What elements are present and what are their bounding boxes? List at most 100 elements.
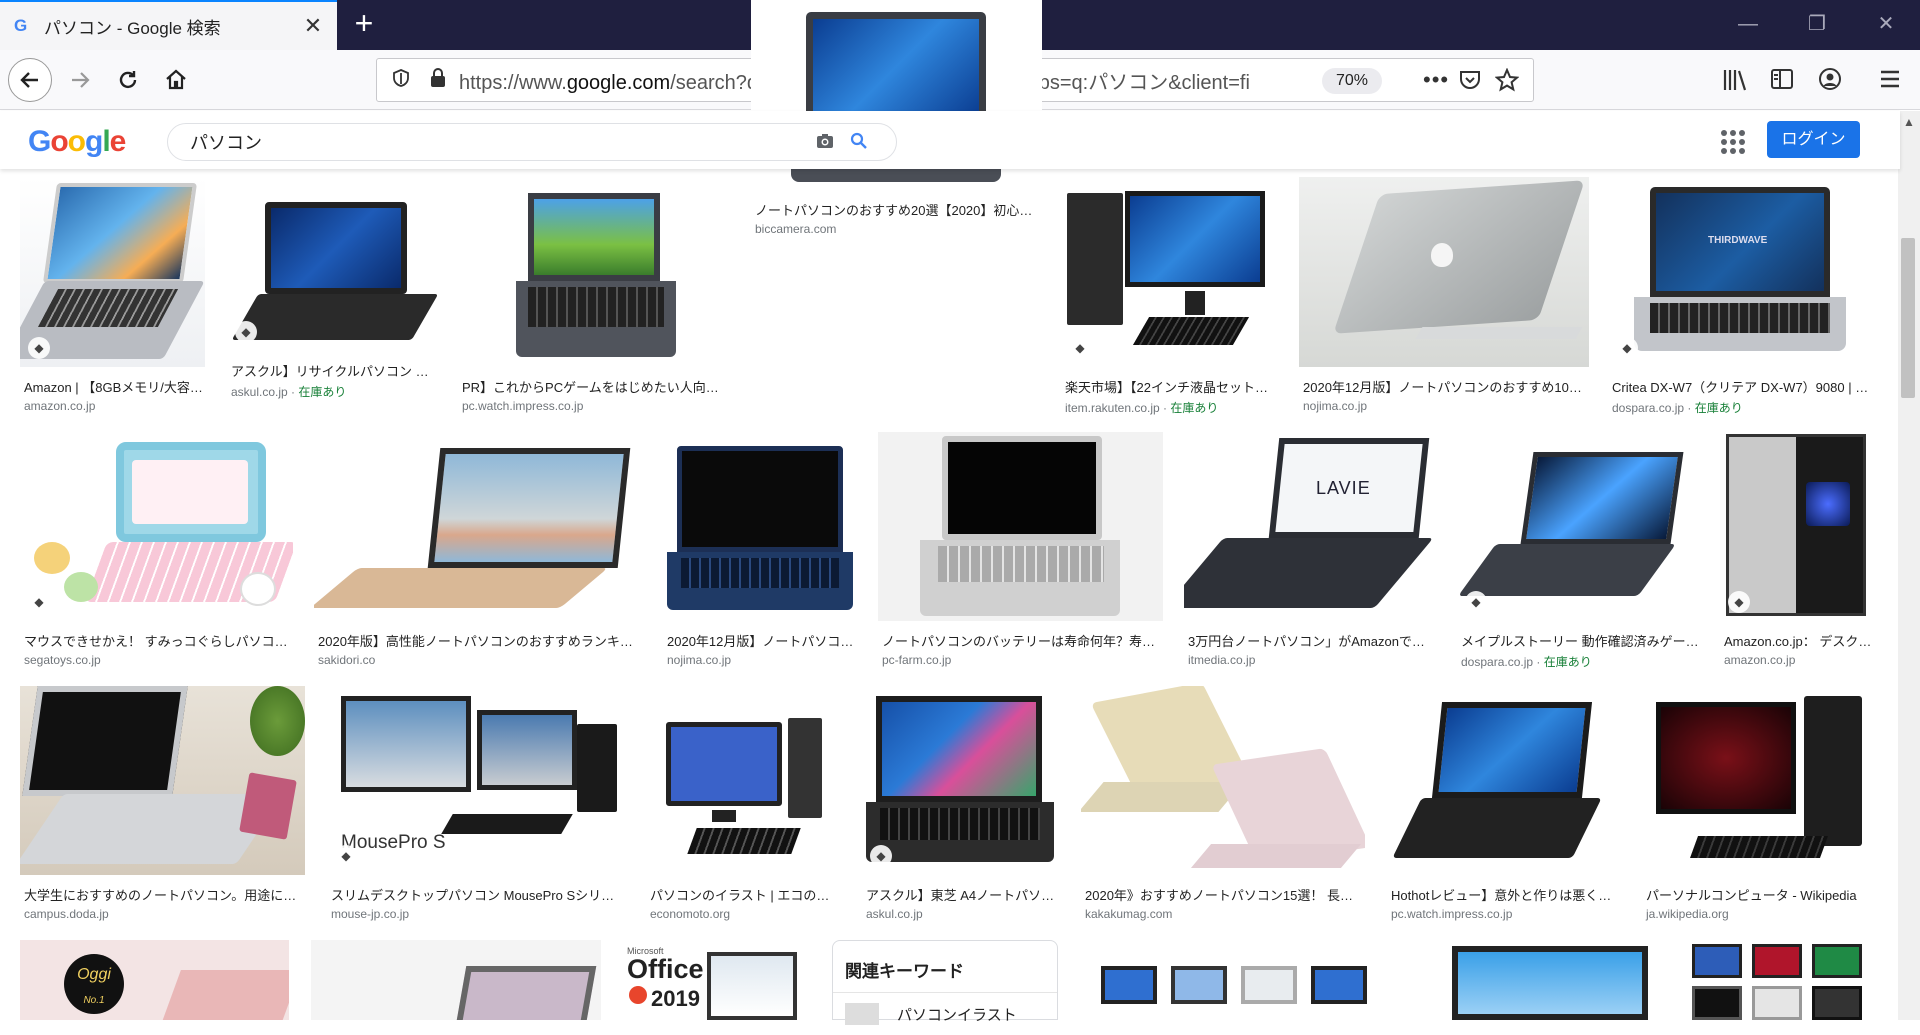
result-thumbnail[interactable] [1690, 940, 1873, 1020]
result-thumbnail[interactable] [878, 432, 1163, 621]
result-thumbnail[interactable]: ◆ [1061, 177, 1279, 367]
close-tab-icon[interactable]: ✕ [301, 13, 325, 39]
result-thumbnail[interactable] [1387, 686, 1621, 875]
lock-icon[interactable] [429, 67, 447, 93]
result-caption[interactable]: ノートパソコンのバッテリーは寿命何年？寿… [878, 631, 1163, 650]
result-thumbnail[interactable] [314, 432, 642, 621]
result-source[interactable]: amazon.co.jp [20, 399, 205, 413]
result-caption[interactable]: 2020年12月版】ノートパソコ… [663, 631, 857, 650]
result-caption[interactable]: スリムデスクトップパソコン MousePro Sシリー… [327, 885, 625, 904]
google-logo[interactable]: Google [28, 125, 126, 159]
result-caption[interactable]: Amazon.co.jp： デスク… [1720, 631, 1873, 650]
result-thumbnail[interactable] [1436, 940, 1668, 1020]
tracking-protection-shield-icon[interactable] [391, 68, 411, 93]
result-thumbnail[interactable]: ◆ [227, 192, 438, 351]
result-caption[interactable]: マウスできせかえ！ すみっコぐらしパソコ… [20, 631, 293, 650]
page-scrollbar[interactable]: ▲ [1898, 111, 1920, 1020]
login-button[interactable]: ログイン [1767, 121, 1860, 158]
result-thumbnail[interactable]: Microsoft Office 2019 [623, 940, 809, 1020]
result-caption[interactable]: メイプルストーリー 動作確認済みゲー… [1457, 631, 1699, 650]
camera-icon[interactable] [816, 133, 834, 154]
result-source[interactable]: dospara.co.jp · 在庫あり [1457, 653, 1699, 670]
result-thumbnail[interactable]: ◆ [862, 686, 1060, 875]
result-thumbnail[interactable] [1642, 686, 1873, 875]
result-caption[interactable]: アスクル】リサイクルパソコン … [227, 361, 438, 380]
result-caption[interactable]: 大学生におすすめのノートパソコン。用途に… [20, 885, 305, 904]
result-caption[interactable]: 2020年》おすすめノートパソコン15選！ 長く… [1081, 885, 1365, 904]
result-source[interactable]: nojima.co.jp [663, 653, 857, 667]
image-result[interactable]: ◆ マウスできせかえ！ すみっコぐらしパソコ… segatoys.co.jp [20, 432, 293, 667]
image-result[interactable]: LAVIE 3万円台ノートパソコン」がAmazonでタ… itmedia.co.… [1184, 432, 1436, 667]
scroll-up-arrow-icon[interactable]: ▲ [1903, 115, 1915, 129]
image-result[interactable]: 2020年》おすすめノートパソコン15選！ 長く… kakakumag.com [1081, 686, 1365, 921]
result-source[interactable]: pc.watch.impress.co.jp [1387, 907, 1621, 921]
image-result[interactable]: Hothotレビュー】意外と作りは悪く… pc.watch.impress.co… [1387, 686, 1621, 921]
result-source[interactable]: askul.co.jp · 在庫あり [227, 383, 438, 400]
result-source[interactable]: itmedia.co.jp [1184, 653, 1436, 667]
result-source[interactable]: segatoys.co.jp [20, 653, 293, 667]
back-button[interactable] [8, 58, 52, 102]
result-source[interactable]: item.rakuten.co.jp · 在庫あり [1061, 399, 1279, 416]
new-tab-button[interactable]: + [346, 6, 382, 42]
reload-button[interactable] [106, 58, 150, 102]
zoom-level-badge[interactable]: 70% [1322, 68, 1383, 94]
result-thumbnail[interactable] [20, 686, 305, 875]
forward-button[interactable] [58, 58, 102, 102]
result-source[interactable]: amazon.co.jp [1720, 653, 1873, 667]
result-source[interactable]: askul.co.jp [862, 907, 1060, 921]
result-source[interactable]: mouse-jp.co.jp [327, 907, 625, 921]
result-thumbnail[interactable]: THIRDWAVE ◆ [1608, 177, 1873, 367]
image-result[interactable]: ノートパソコンのバッテリーは寿命何年？寿… pc-farm.co.jp [878, 432, 1163, 667]
image-result[interactable]: ◆ アスクル】リサイクルパソコン … askul.co.jp · 在庫あり [227, 192, 438, 400]
result-thumbnail[interactable] [1081, 940, 1415, 1020]
result-thumbnail[interactable]: ◆ [1457, 432, 1699, 621]
related-keyword-item[interactable]: パソコンイラスト [833, 992, 1057, 1035]
image-result[interactable]: ◆ アスクル】東芝 A4ノートパソ… askul.co.jp [862, 686, 1060, 921]
result-thumbnail[interactable] [646, 686, 840, 875]
sidebar-icon[interactable] [1770, 68, 1794, 95]
scroll-thumb[interactable] [1901, 238, 1915, 398]
result-caption[interactable]: 楽天市場】【22インチ液晶セット… [1061, 377, 1279, 396]
result-thumbnail[interactable]: LAVIE [1184, 432, 1436, 621]
result-thumbnail[interactable]: ◆ [1720, 432, 1873, 621]
minimize-icon[interactable]: — [1728, 8, 1768, 40]
image-result[interactable] [1081, 940, 1415, 1020]
result-source[interactable]: dospara.co.jp · 在庫あり [1608, 399, 1873, 416]
search-box[interactable] [167, 123, 897, 161]
image-result[interactable]: 2020年12月版】ノートパソコンのおすすめ10… nojima.co.jp [1299, 177, 1589, 413]
result-caption[interactable]: パーソナルコンピュータ - Wikipedia [1642, 885, 1873, 904]
result-thumbnail[interactable]: MousePro S ◆ [327, 686, 625, 875]
result-caption[interactable]: 3万円台ノートパソコン」がAmazonでタ… [1184, 631, 1436, 650]
bookmark-star-icon[interactable] [1494, 67, 1520, 97]
result-caption[interactable]: パソコンのイラスト | エコのモ… [646, 885, 840, 904]
result-thumbnail[interactable] [1299, 177, 1589, 367]
result-thumbnail[interactable]: Oggi No.1 [20, 940, 289, 1020]
result-caption[interactable]: 2020年版】高性能ノートパソコンのおすすめランキ… [314, 631, 642, 650]
image-result[interactable]: 2020年版】高性能ノートパソコンのおすすめランキ… sakidori.co [314, 432, 642, 667]
home-button[interactable] [154, 58, 198, 102]
result-caption[interactable]: Hothotレビュー】意外と作りは悪く… [1387, 885, 1621, 904]
image-result[interactable] [311, 940, 601, 1020]
image-result[interactable]: Oggi No.1 [20, 940, 289, 1020]
tab-google-search[interactable]: G パソコン - Google 検索 ✕ [0, 0, 337, 50]
image-result[interactable]: MousePro S ◆ スリムデスクトップパソコン MousePro Sシリー… [327, 686, 625, 921]
search-input[interactable] [190, 131, 790, 153]
google-apps-icon[interactable] [1720, 129, 1745, 154]
result-caption[interactable]: Critea DX-W7（クリテア DX-W7）9080 | … [1608, 377, 1873, 396]
image-result[interactable]: ◆ Amazon | 【8GBメモリ/大容… amazon.co.jp [20, 177, 205, 413]
result-caption[interactable]: Amazon | 【8GBメモリ/大容… [20, 377, 205, 396]
page-actions-icon[interactable]: ••• [1423, 67, 1449, 93]
image-result[interactable]: パーソナルコンピュータ - Wikipedia ja.wikipedia.org [1642, 686, 1873, 921]
result-caption[interactable]: アスクル】東芝 A4ノートパソ… [862, 885, 1060, 904]
result-thumbnail[interactable] [1081, 686, 1365, 875]
image-result[interactable]: ◆ 楽天市場】【22インチ液晶セット… item.rakuten.co.jp ·… [1061, 177, 1279, 416]
search-icon[interactable] [850, 132, 868, 155]
result-source[interactable]: kakakumag.com [1081, 907, 1365, 921]
result-thumbnail[interactable] [663, 432, 857, 621]
image-result[interactable]: PR】これからPCゲームをはじめたい人向け… pc.watch.impress.… [458, 177, 730, 413]
result-thumbnail[interactable]: ◆ [20, 177, 205, 367]
result-caption[interactable]: 2020年12月版】ノートパソコンのおすすめ10… [1299, 377, 1589, 396]
result-caption[interactable]: ノートパソコンのおすすめ20選【2020】初心… [751, 200, 1042, 219]
library-icon[interactable] [1722, 68, 1748, 97]
restore-icon[interactable]: ❐ [1797, 8, 1837, 40]
